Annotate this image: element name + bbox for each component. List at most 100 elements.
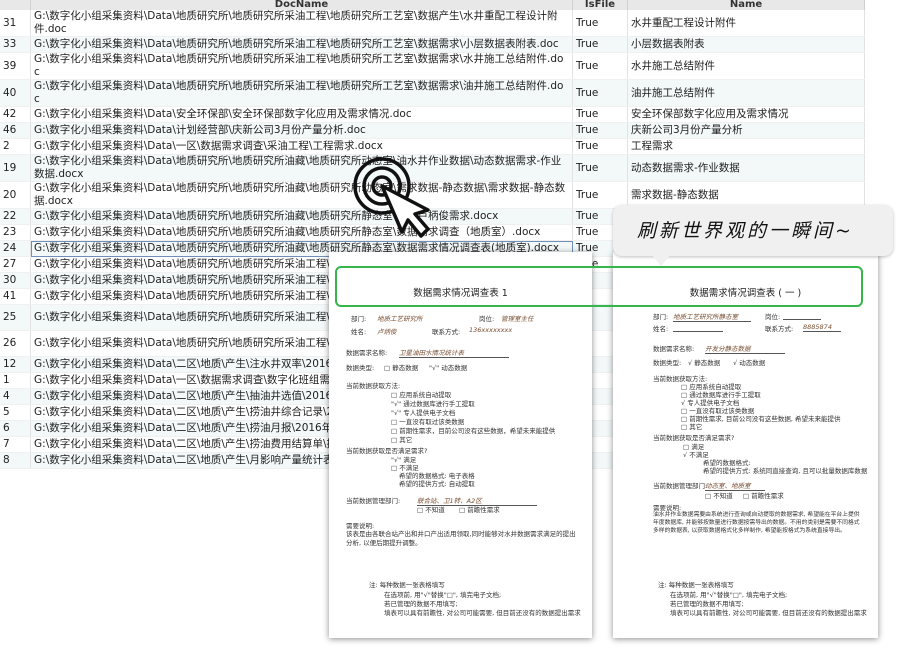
header-name[interactable]: Name — [627, 0, 865, 10]
cell-docname[interactable]: G:\数字化小组采集资料\Data\地质研究所\地质研究所油藏\地质研究所动态室… — [30, 181, 573, 209]
contact-value: 8885874 — [803, 323, 841, 332]
table-row[interactable]: 31 G:\数字化小组采集资料\Data\地质研究所\地质研究所采油工程\地质研究… — [0, 10, 865, 37]
cell-isfile[interactable]: True — [572, 36, 628, 53]
note-text: 油水井作业数据需要由系统进行查询或自动提取的数据需求, 希望能在平台上提供年度数… — [653, 512, 860, 534]
cell-docname[interactable]: G:\数字化小组采集资料\Data\地质研究所\地质研究所油藏\地质研究所静态室… — [30, 224, 573, 241]
cell-isfile[interactable]: True — [572, 10, 628, 37]
req-name-label: 数据需求名称: — [346, 349, 388, 357]
cell-isfile[interactable]: True — [572, 154, 628, 182]
cell-index[interactable]: 5 — [0, 404, 31, 421]
req-name-value: 开发分静态数据 — [705, 343, 785, 354]
cell-name[interactable]: 工程需求 — [627, 138, 865, 155]
caption-text: 刷新世界观的一瞬间~ — [637, 220, 854, 242]
cell-docname[interactable]: G:\数字化小组采集资料\Data\地质研究所\地质研究所油藏\地质研究所动态室… — [30, 154, 573, 182]
cell-index[interactable]: 20 — [0, 181, 31, 209]
header-docname[interactable]: DocName — [30, 0, 573, 10]
req-name-label: 数据需求名称: — [653, 345, 695, 353]
type-dynamic: √ 动态数据 — [733, 359, 766, 367]
table-row[interactable]: 39 G:\数字化小组采集资料\Data\地质研究所\地质研究所采油工程\地质研究… — [0, 52, 865, 80]
contact-label: 联系方式: — [432, 328, 461, 336]
post-label: 岗位: — [765, 313, 781, 321]
type-label: 数据类型: — [653, 359, 682, 367]
cell-index[interactable]: 23 — [0, 224, 31, 241]
cell-docname[interactable]: G:\数字化小组采集资料\Data\地质研究所\地质研究所油藏\地质研究所静态室… — [30, 208, 573, 225]
type-label: 数据类型: — [346, 364, 375, 372]
post-value-line — [783, 311, 821, 320]
wish-method: 希望的提供方式: 自动提取 — [399, 480, 475, 488]
cell-name[interactable]: 安全环保部数字化应用及需求情况 — [627, 106, 865, 123]
table-row[interactable]: 46 G:\数字化小组采集资料\Data\计划经营部\庆新公司3月份产量分析.do… — [0, 122, 865, 139]
cell-index[interactable]: 19 — [0, 154, 31, 182]
name-label: 姓名: — [653, 325, 669, 333]
admin-future: □ 前瞻性需求 — [743, 492, 784, 500]
cell-index[interactable]: 1 — [0, 372, 31, 389]
cell-index[interactable]: 25 — [0, 304, 31, 331]
caption-bubble-tail — [651, 254, 671, 266]
doc-line: 填表可以具有前瞻性, 对公司可能需要, 但目前还没有的数据提出需求 — [384, 609, 581, 617]
cell-index[interactable]: 7 — [0, 436, 31, 453]
cell-docname[interactable]: G:\数字化小组采集资料\Data\安全环保部\安全环保部数字化应用及需求情况.… — [30, 106, 573, 123]
cell-docname[interactable]: G:\数字化小组采集资料\Data\地质研究所\地质研究所采油工程\地质研究所工… — [30, 79, 573, 107]
cell-isfile[interactable]: True — [572, 106, 628, 123]
cell-isfile[interactable]: True — [572, 52, 628, 80]
name-value-line — [673, 323, 723, 332]
admin-unknown: □ 不知道 — [417, 506, 445, 514]
table-row[interactable]: 33 G:\数字化小组采集资料\Data\地质研究所\地质研究所采油工程\地质研究… — [0, 36, 865, 53]
dept-label: 部门: — [653, 313, 669, 321]
cell-index[interactable]: 41 — [0, 288, 31, 305]
table-row[interactable]: 42 G:\数字化小组采集资料\Data\安全环保部\安全环保部数字化应用及需求情… — [0, 106, 865, 123]
cell-index[interactable]: 6 — [0, 420, 31, 437]
header-isfile[interactable]: IsFile — [572, 0, 628, 10]
cell-index[interactable]: 42 — [0, 106, 31, 123]
cell-isfile[interactable]: True — [572, 79, 628, 107]
cell-index[interactable]: 12 — [0, 356, 31, 373]
cell-index[interactable]: 33 — [0, 36, 31, 53]
cell-name[interactable]: 水井施工总结附件 — [627, 52, 865, 80]
cell-index[interactable]: 31 — [0, 10, 31, 37]
cell-index[interactable]: 27 — [0, 256, 31, 273]
cell-docname[interactable]: G:\数字化小组采集资料\Data\一区\数据需求调查\采油工程\工程需求.do… — [30, 138, 573, 155]
grid-header-row: DocName IsFile Name — [0, 0, 865, 10]
type-static: √ 静态数据 — [688, 359, 721, 367]
cell-name[interactable]: 庆新公司3月份产量分析 — [627, 122, 865, 139]
document-preview-left: 数据需求情况调查表 1 部门: 地质工艺研究所 岗位: 管理室主任 姓名: 卢炳… — [329, 252, 592, 638]
note-label: 需要说明: — [346, 522, 375, 530]
contact-value: 136xxxxxxxx — [469, 326, 513, 334]
cell-docname[interactable]: G:\数字化小组采集资料\Data\地质研究所\地质研究所采油工程\地质研究所工… — [30, 36, 573, 53]
post-value: 管理室主任 — [501, 315, 534, 323]
note-text: 该表是由各联合站产出和井口产出适用领取,同时能够对水井数据需求满足的提出分析, … — [346, 530, 576, 547]
cell-isfile[interactable]: True — [572, 122, 628, 139]
wish-method: 希望的提供方式: 系统同直接查询, 且可以批量数据库数据 — [703, 467, 868, 475]
cell-name[interactable]: 动态数据需求-作业数据 — [627, 154, 865, 182]
cell-index[interactable]: 40 — [0, 79, 31, 107]
cell-name[interactable]: 小层数据表附表 — [627, 36, 865, 53]
cell-index[interactable]: 8 — [0, 452, 31, 469]
type-static: □ 静态数据 — [384, 364, 419, 372]
cell-index[interactable]: 24 — [0, 240, 31, 257]
cell-index[interactable]: 39 — [0, 52, 31, 80]
req-name-value: 卫星油田水情况统计表 — [399, 347, 509, 358]
admin-label: 当前数据管理部门: — [346, 497, 401, 505]
cell-index[interactable]: 26 — [0, 330, 31, 357]
cell-docname[interactable]: G:\数字化小组采集资料\Data\计划经营部\庆新公司3月份产量分析.doc — [30, 122, 573, 139]
cell-index[interactable]: 22 — [0, 208, 31, 225]
cell-index[interactable]: 2 — [0, 138, 31, 155]
doc-line: □ 前期性需求，目前公司没有这些数据，希望未来能提供 — [391, 427, 556, 435]
cell-docname[interactable]: G:\数字化小组采集资料\Data\地质研究所\地质研究所采油工程\地质研究所工… — [30, 10, 573, 37]
cell-index[interactable]: 30 — [0, 272, 31, 289]
contact-label: 联系方式: — [765, 325, 794, 333]
doc-line: □ 其它 — [681, 423, 703, 431]
cell-docname[interactable]: G:\数字化小组采集资料\Data\地质研究所\地质研究所采油工程\地质研究所工… — [30, 52, 573, 80]
title-highlight-frame — [335, 266, 863, 307]
cell-name[interactable]: 油井施工总结附件 — [627, 79, 865, 107]
cell-isfile[interactable]: True — [572, 138, 628, 155]
cell-index[interactable]: 46 — [0, 122, 31, 139]
cell-index[interactable]: 4 — [0, 388, 31, 405]
table-row[interactable]: 40 G:\数字化小组采集资料\Data\地质研究所\地质研究所采油工程\地质研究… — [0, 79, 865, 107]
dept-value: 地质工艺研究所 — [377, 315, 423, 323]
cell-name[interactable]: 水井重配工程设计附件 — [627, 10, 865, 37]
doc-line: □ 前期性需求, 目前公司没有这些数据, 希望未来能提供 — [681, 415, 841, 423]
header-index[interactable] — [0, 0, 31, 10]
type-dynamic: "√" 动态数据 — [429, 364, 468, 372]
footer-label: 注: 每种数据一张表格填写 — [658, 581, 734, 589]
